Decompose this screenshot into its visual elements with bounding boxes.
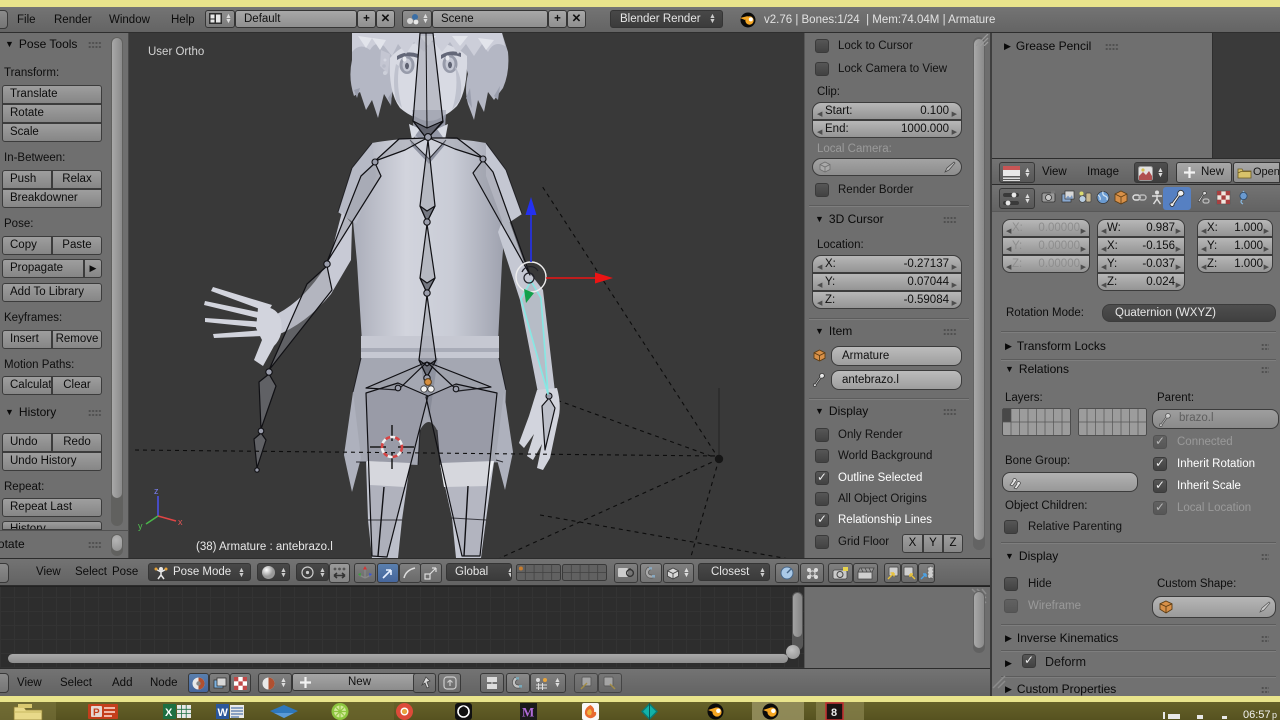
svg-text:06:57: 06:57	[1243, 709, 1271, 720]
svg-text:z: z	[154, 486, 159, 496]
svg-text:P: P	[93, 708, 100, 719]
svg-text:User Ortho: User Ortho	[148, 46, 204, 58]
svg-text:X: X	[165, 707, 173, 719]
svg-text:8: 8	[831, 707, 837, 719]
svg-text:W: W	[218, 707, 229, 719]
svg-text:y: y	[138, 521, 143, 531]
svg-text:(38) Armature : antebrazo.l: (38) Armature : antebrazo.l	[196, 541, 333, 553]
svg-text:M: M	[522, 705, 534, 720]
svg-text:p: p	[1272, 710, 1277, 720]
svg-text:x: x	[178, 517, 183, 527]
